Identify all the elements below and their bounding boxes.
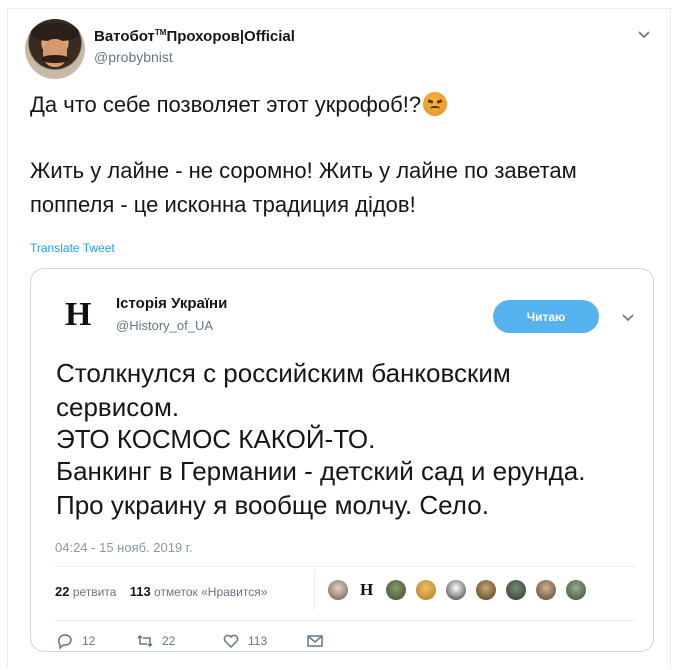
liker-avatar[interactable] bbox=[506, 580, 526, 600]
quoted-avatar-logo[interactable]: H bbox=[65, 296, 91, 334]
quoted-author-handle[interactable]: @History_of_UA bbox=[116, 318, 213, 333]
retweet-label[interactable]: ретвита bbox=[73, 585, 117, 599]
tweet-text-line-3: поппеля - це исконна традиция дідов! bbox=[30, 192, 416, 217]
angry-face-icon bbox=[423, 92, 448, 116]
divider bbox=[55, 620, 635, 621]
liker-avatar[interactable] bbox=[416, 580, 436, 600]
quoted-text-line: ЭТО КОСМОС КАКОЙ-ТО. bbox=[56, 424, 376, 454]
quoted-text-line: сервисом. bbox=[56, 392, 180, 422]
engagement-stats: 22 ретвита 113 отметок «Нравится» bbox=[55, 584, 267, 599]
like-action-count: 113 bbox=[248, 634, 268, 648]
quoted-author-name[interactable]: Історія України bbox=[116, 295, 227, 312]
quoted-timestamp[interactable]: 04:24 - 15 нояб. 2019 г. bbox=[55, 540, 193, 555]
like-button[interactable]: 113 bbox=[222, 632, 267, 650]
quoted-text-line: Про украину я вообще молчу. Село. bbox=[56, 490, 489, 520]
reply-icon bbox=[58, 634, 72, 650]
liker-avatar[interactable] bbox=[446, 580, 466, 600]
like-count[interactable]: 113 bbox=[130, 584, 151, 599]
retweet-icon bbox=[137, 634, 153, 648]
envelope-icon bbox=[307, 635, 323, 647]
chevron-down-icon[interactable] bbox=[638, 29, 650, 41]
translate-tweet-link[interactable]: Translate Tweet bbox=[30, 241, 115, 255]
retweet-count[interactable]: 22 bbox=[55, 584, 69, 599]
liker-avatar[interactable] bbox=[328, 580, 348, 600]
divider bbox=[55, 566, 635, 567]
liker-avatar[interactable] bbox=[476, 580, 496, 600]
follow-button[interactable]: Читаю bbox=[493, 300, 599, 333]
stats-separator bbox=[314, 570, 315, 610]
reply-button[interactable]: 12 bbox=[56, 632, 95, 650]
author-avatar[interactable] bbox=[25, 19, 85, 79]
retweet-action-count: 22 bbox=[162, 634, 176, 648]
quoted-text-line: Банкинг в Германии - детский сад и ерунд… bbox=[56, 456, 586, 486]
like-label[interactable]: отметок «Нравится» bbox=[154, 585, 267, 599]
heart-icon bbox=[223, 634, 239, 649]
direct-message-button[interactable] bbox=[306, 632, 324, 650]
author-name[interactable]: ВатоботTMПрохоров|Official bbox=[94, 28, 295, 45]
tweet-text-line-1: Да что себе позволяет этот укрофоб!? bbox=[30, 92, 448, 118]
liker-avatar[interactable] bbox=[536, 580, 556, 600]
chevron-down-icon[interactable] bbox=[622, 312, 634, 324]
reply-count: 12 bbox=[82, 634, 96, 648]
liker-avatar[interactable] bbox=[386, 580, 406, 600]
quoted-text-line: Столкнулся с российским банковским bbox=[56, 358, 511, 388]
author-handle[interactable]: @probybnist bbox=[94, 49, 173, 65]
liker-avatar[interactable] bbox=[566, 580, 586, 600]
tweet-text-line-2: Жить у лайне - не соромно! Жить у лайне … bbox=[30, 158, 577, 183]
liker-avatar[interactable]: H bbox=[360, 580, 373, 600]
retweet-button[interactable]: 22 bbox=[136, 632, 175, 650]
